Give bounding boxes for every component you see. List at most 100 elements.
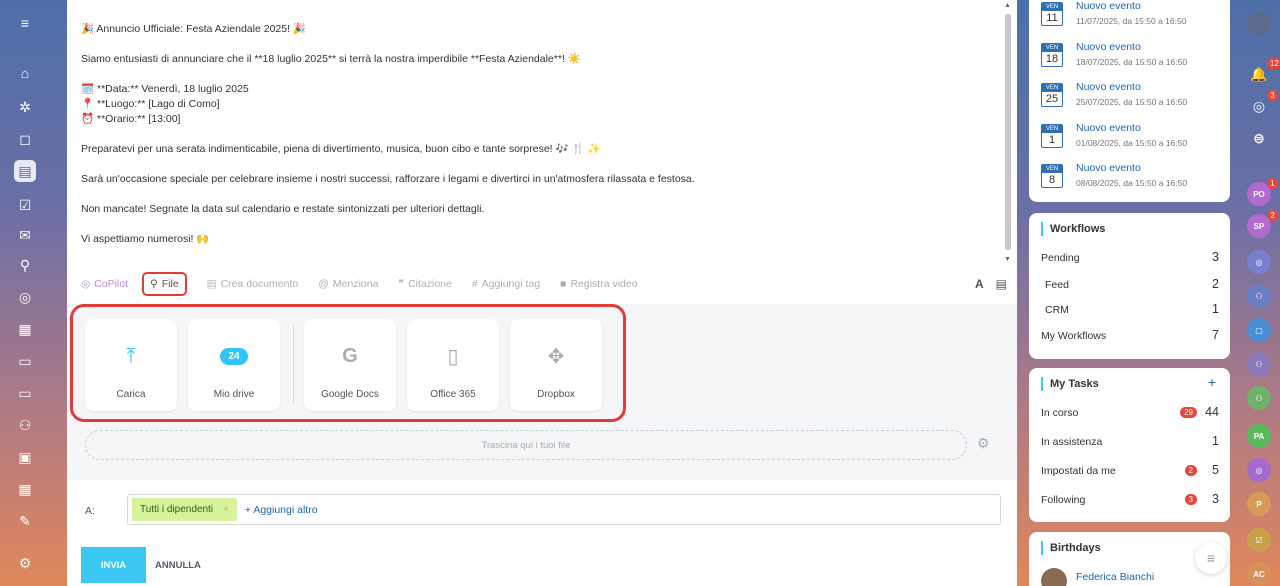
menu-icon[interactable]: ≡ xyxy=(14,12,36,34)
notification-badge: 3 xyxy=(1267,90,1278,101)
message-body[interactable]: 🎉 Annuncio Ufficiale: Festa Aziendale 20… xyxy=(81,22,1001,262)
group-avatar-3[interactable]: ⚇ xyxy=(1247,386,1271,410)
event-title[interactable]: Nuovo evento xyxy=(1076,81,1141,93)
editor-toolbar: ◎ CoPilot ⚲ File ▤ Crea documento @ Menziona… xyxy=(81,270,1007,298)
workflow-count: 3 xyxy=(1212,250,1219,264)
chat-icon[interactable]: ◻ xyxy=(14,128,36,150)
board-icon[interactable]: ▣ xyxy=(14,446,36,468)
task-label: Impostati da me xyxy=(1041,465,1116,477)
birthday-person[interactable]: Federica Bianchi xyxy=(1076,571,1154,583)
event-title[interactable]: Nuovo evento xyxy=(1076,0,1141,12)
card-label: Office 365 xyxy=(430,389,476,400)
docs-icon[interactable]: ▭ xyxy=(14,350,36,372)
event-item[interactable]: VEN 25 Nuovo evento 25/07/2025, da 15:50 a … xyxy=(1041,81,1226,119)
avatar-pa[interactable]: PA xyxy=(1247,424,1271,448)
calendar-icon[interactable]: ▦ xyxy=(14,318,36,340)
right-widgets: VEN 11 Nuovo evento 11/07/2025, da 15:50 a … xyxy=(1029,0,1230,586)
my-tasks-panel: My Tasks + In corso 29 44 In assistenza 1 Imp… xyxy=(1029,368,1230,522)
text-format-button[interactable]: A xyxy=(975,277,984,291)
quote-button[interactable]: ❞ Citazione xyxy=(398,278,451,290)
add-task-button[interactable]: + xyxy=(1208,374,1216,390)
copilot-avatar[interactable]: ◎ xyxy=(1247,250,1271,274)
record-video-button[interactable]: ■ Registra video xyxy=(560,278,637,290)
mention-button[interactable]: @ Menziona xyxy=(318,278,378,290)
avatar-ac[interactable]: AC xyxy=(1247,562,1271,586)
remove-tag-icon[interactable]: × xyxy=(223,504,229,515)
checklist-avatar[interactable]: ☑ xyxy=(1247,528,1271,552)
create-document-button[interactable]: ▤ Crea documento xyxy=(207,278,299,290)
event-item[interactable]: VEN 18 Nuovo evento 18/07/2025, da 15:50 a … xyxy=(1041,41,1226,79)
task-row[interactable]: Following 3 3 xyxy=(1041,492,1219,506)
target-icon[interactable]: ◎ xyxy=(14,286,36,308)
users-icon[interactable]: ⚇ xyxy=(14,414,36,436)
birthday-avatar[interactable] xyxy=(1041,568,1067,586)
feed-icon[interactable]: ▤ xyxy=(14,160,36,182)
task-count: 1 xyxy=(1212,434,1219,448)
calendar-date-icon: VEN 1 xyxy=(1041,123,1063,148)
task-row[interactable]: In corso 29 44 xyxy=(1041,405,1219,419)
recipients-field[interactable]: Tutti i dipendenti × + Aggiungi altro xyxy=(127,494,1001,525)
settings-icon[interactable]: ⚙ xyxy=(14,552,36,574)
birthdays-panel: Birthdays Federica Bianchi ≡ xyxy=(1029,532,1230,586)
scroll-up-icon[interactable]: ▲ xyxy=(1004,2,1011,9)
copilot-icon[interactable]: ✲ xyxy=(14,96,36,118)
recipient-tag[interactable]: Tutti i dipendenti × xyxy=(132,498,237,521)
add-recipient-link[interactable]: + Aggiungi altro xyxy=(245,504,318,516)
workflow-count: 1 xyxy=(1212,302,1219,316)
task-row[interactable]: Impostati da me 2 5 xyxy=(1041,463,1219,477)
group-avatar-1[interactable]: ⚇ xyxy=(1247,284,1271,308)
add-tag-button[interactable]: # Aggiungi tag xyxy=(472,278,540,290)
group-avatar-2[interactable]: ⚇ xyxy=(1247,352,1271,376)
workflow-row[interactable]: My Workflows 7 xyxy=(1041,328,1219,342)
mail-icon[interactable]: ✉ xyxy=(14,224,36,246)
chat-avatar[interactable]: ▢ xyxy=(1247,318,1271,342)
card-label: Dropbox xyxy=(537,389,575,400)
file-dropzone[interactable]: Trascina qui i tuoi file xyxy=(85,430,967,460)
event-title[interactable]: Nuovo evento xyxy=(1076,162,1141,174)
panel-toggle-icon[interactable]: ▤ xyxy=(996,277,1007,291)
workflow-row[interactable]: CRM 1 xyxy=(1045,302,1219,316)
event-item[interactable]: VEN 8 Nuovo evento 08/08/2025, da 15:50 a 1… xyxy=(1041,162,1226,200)
home-icon[interactable]: ⌂ xyxy=(14,62,36,84)
card-office-365[interactable]: ▯ Office 365 xyxy=(407,319,499,411)
paperclip-icon: ⚲ xyxy=(150,278,158,290)
quote-icon: ❞ xyxy=(398,278,405,290)
workflow-row[interactable]: Pending 3 xyxy=(1041,250,1219,264)
event-title[interactable]: Nuovo evento xyxy=(1076,41,1141,53)
drive-icon[interactable]: ▭ xyxy=(14,382,36,404)
calendar-date-icon: VEN 25 xyxy=(1041,83,1063,107)
recipients-row: A: Tutti i dipendenti × + Aggiungi altro xyxy=(81,494,1001,526)
events-panel: VEN 11 Nuovo evento 11/07/2025, da 15:50 a … xyxy=(1029,0,1230,202)
avatar-p[interactable]: P xyxy=(1247,492,1271,516)
editor-scrollbar[interactable]: ▲ ▼ xyxy=(1003,0,1013,270)
crm-icon[interactable]: ⚲ xyxy=(14,254,36,276)
copilot-avatar-2[interactable]: ◎ xyxy=(1247,458,1271,482)
tasks-icon[interactable]: ☑ xyxy=(14,194,36,216)
schedule-icon[interactable]: ▦ xyxy=(14,478,36,500)
card-dropbox[interactable]: ✥ Dropbox xyxy=(510,319,602,411)
cancel-button[interactable]: ANNULLA xyxy=(155,547,201,583)
card-mio-drive[interactable]: 24 Mio drive xyxy=(188,319,280,411)
event-item[interactable]: VEN 11 Nuovo evento 11/07/2025, da 15:50 a … xyxy=(1041,0,1226,38)
message-para-4: Vi aspettiamo numerosi! 🙌 xyxy=(81,233,210,245)
task-badge: 3 xyxy=(1184,494,1197,505)
event-item[interactable]: VEN 1 Nuovo evento 01/08/2025, da 15:50 a 1… xyxy=(1041,122,1226,160)
calendar-date-icon: VEN 18 xyxy=(1041,42,1063,67)
workflow-row[interactable]: Feed 2 xyxy=(1045,277,1219,291)
card-google-docs[interactable]: G Google Docs xyxy=(304,319,396,411)
file-button[interactable]: ⚲ File xyxy=(142,272,187,296)
card-carica[interactable]: ⤒ Carica xyxy=(85,319,177,411)
event-title[interactable]: Nuovo evento xyxy=(1076,122,1141,134)
video-icon: ■ xyxy=(560,278,567,290)
search-chat-icon[interactable]: ⊜ xyxy=(1247,126,1271,150)
list-menu-icon[interactable]: ≡ xyxy=(1195,542,1227,574)
task-row[interactable]: In assistenza 1 xyxy=(1041,434,1219,448)
edit-icon[interactable]: ✎ xyxy=(14,510,36,532)
message-para-2: Sarà un'occasione speciale per celebrare… xyxy=(81,173,695,185)
copilot-button[interactable]: ◎ CoPilot xyxy=(81,278,128,290)
scroll-thumb[interactable] xyxy=(1005,14,1011,250)
send-button[interactable]: INVIA xyxy=(81,547,146,583)
scroll-down-icon[interactable]: ▼ xyxy=(1004,256,1011,263)
upload-settings-icon[interactable]: ⚙ xyxy=(977,435,990,452)
user-avatar[interactable] xyxy=(1247,12,1271,36)
